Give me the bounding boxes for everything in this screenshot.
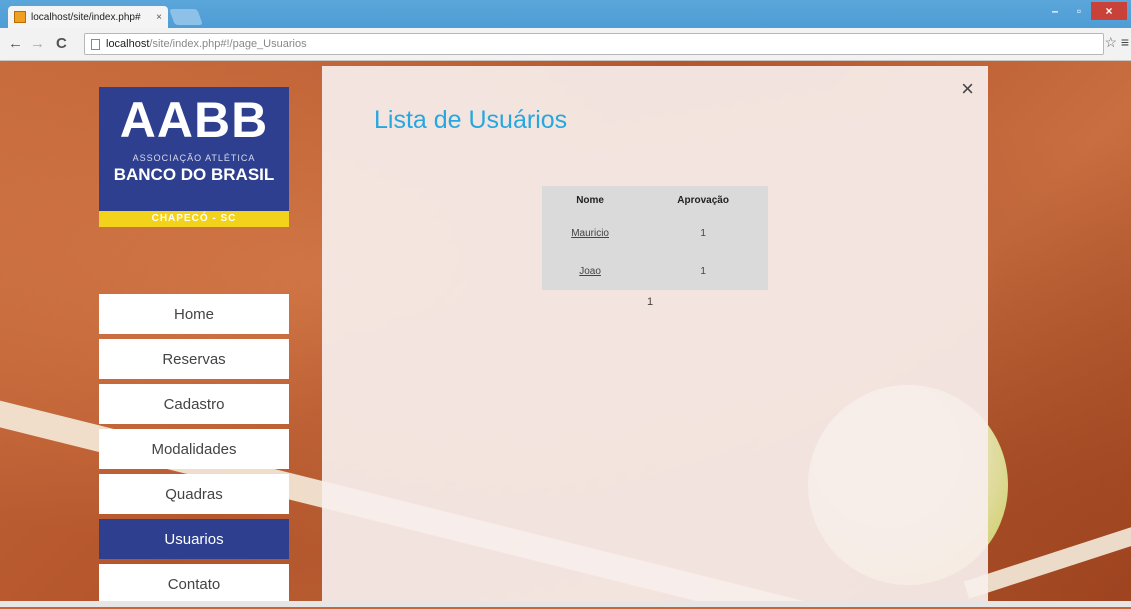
table-cell-approval: 1 [700, 227, 706, 239]
nav-item-cadastro[interactable]: Cadastro [99, 384, 289, 424]
table-cell-approval: 1 [700, 265, 706, 277]
nav-item-usuarios[interactable]: Usuarios [99, 519, 289, 559]
url-path: /site/index.php#!/page_Usuarios [149, 38, 307, 50]
nav-item-reservas[interactable]: Reservas [99, 339, 289, 379]
bookmark-star-icon[interactable]: ☆ [1104, 34, 1117, 51]
horizontal-scrollbar[interactable] [0, 601, 1131, 607]
table-row: Joao 1 [542, 252, 768, 290]
browser-tab[interactable]: localhost/site/index.php# × [8, 6, 168, 28]
tab-close-icon[interactable]: × [156, 12, 162, 23]
browser-menu-icon[interactable]: ≡ [1121, 34, 1129, 50]
user-link[interactable]: Joao [579, 266, 601, 277]
url-host: localhost [106, 38, 150, 50]
forward-button[interactable]: → [30, 35, 45, 52]
minimize-button[interactable]: – [1043, 2, 1067, 20]
nav-item-contato[interactable]: Contato [99, 564, 289, 604]
aabb-logo[interactable]: AABB ASSOCIAÇÃO ATLÉTICA BANCO DO BRASIL… [99, 87, 289, 227]
column-header-aprovacao: Aprovação [677, 194, 729, 206]
table-header-row: Nome Aprovação [542, 186, 768, 214]
table-cell-name: Mauricio [542, 214, 638, 252]
reload-button[interactable]: C [56, 35, 67, 52]
address-bar[interactable]: localhost /site/index.php#!/page_Usuario… [84, 33, 1104, 55]
logo-subtitle: ASSOCIAÇÃO ATLÉTICA [132, 153, 256, 163]
window-controls: – ▫ × [1043, 2, 1127, 20]
favicon-icon [14, 11, 26, 23]
logo-title: AABB [119, 92, 269, 148]
nav-item-modalidades[interactable]: Modalidades [99, 429, 289, 469]
nav-item-home[interactable]: Home [99, 294, 289, 334]
back-button[interactable]: ← [8, 35, 23, 52]
users-table: Nome Aprovação Mauricio 1 Joao 1 [542, 186, 768, 290]
logo-city: CHAPECÓ - SC [99, 211, 289, 227]
table-cell-name: Joao [542, 252, 638, 290]
column-header-nome: Nome [576, 194, 604, 206]
new-tab-button[interactable] [169, 9, 203, 25]
browser-toolbar: ← → C localhost /site/index.php#!/page_U… [0, 28, 1131, 61]
content-panel: × Lista de Usuários Nome Aprovação Mauri… [322, 66, 988, 607]
pagination-page[interactable]: 1 [647, 296, 653, 308]
tab-title: localhost/site/index.php# [31, 11, 141, 23]
nav-item-quadras[interactable]: Quadras [99, 474, 289, 514]
close-window-button[interactable]: × [1091, 2, 1127, 20]
page-icon [91, 38, 100, 50]
main-nav: Home Reservas Cadastro Modalidades Quadr… [99, 294, 289, 609]
user-link[interactable]: Mauricio [571, 228, 609, 239]
browser-titlebar: localhost/site/index.php# × – ▫ × [0, 0, 1131, 28]
maximize-button[interactable]: ▫ [1067, 2, 1091, 20]
table-row: Mauricio 1 [542, 214, 768, 252]
logo-bank: BANCO DO BRASIL [113, 165, 275, 184]
page-title: Lista de Usuários [374, 106, 568, 134]
close-icon[interactable]: × [961, 76, 974, 102]
